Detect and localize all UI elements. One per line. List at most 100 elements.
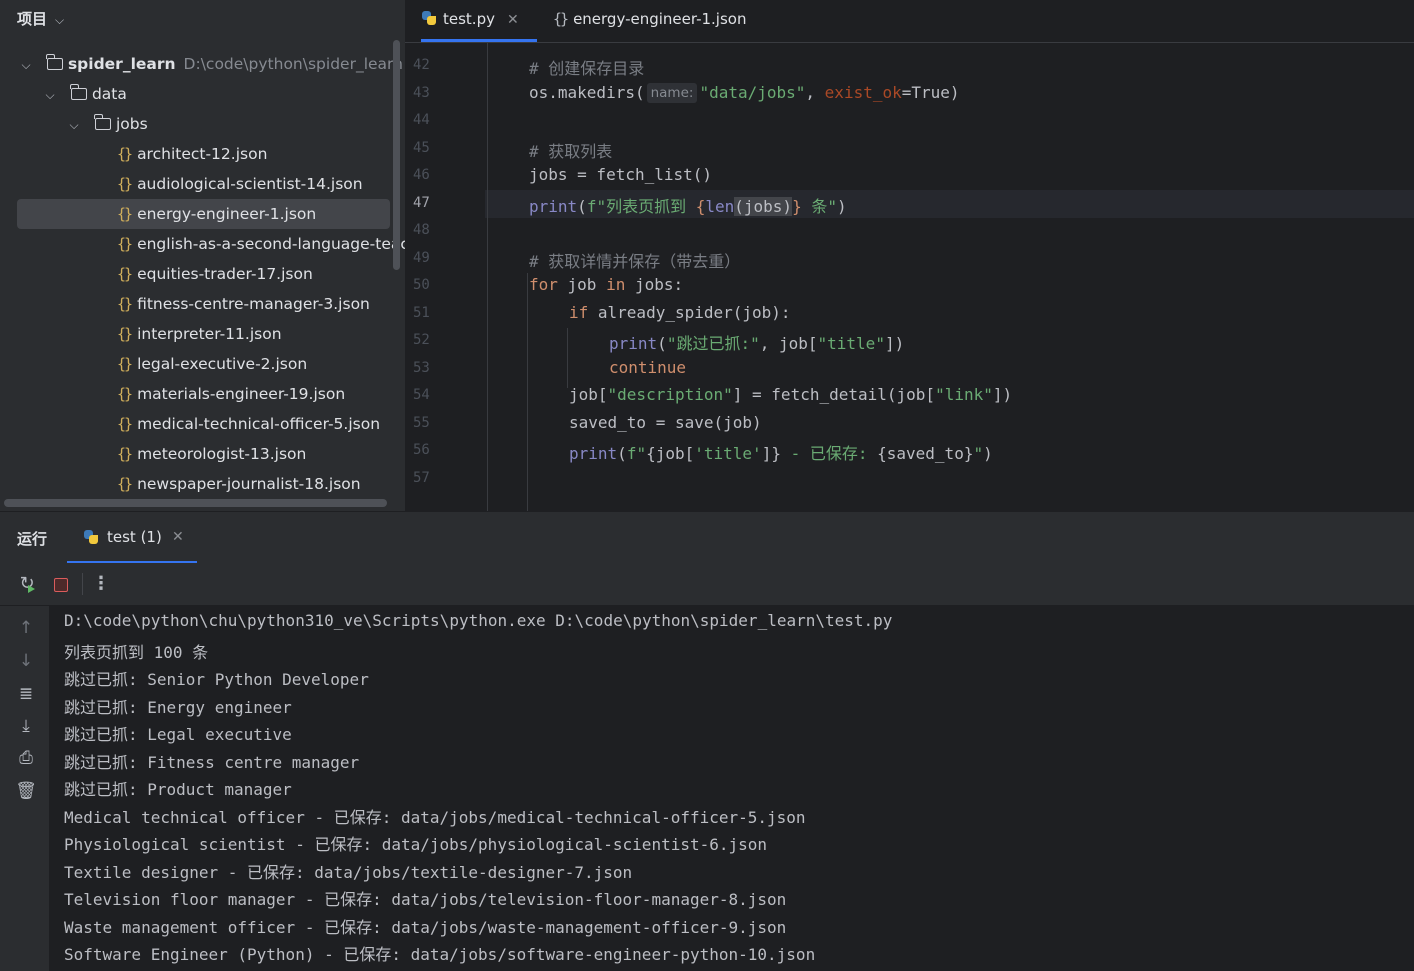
parameter-hint: name: — [646, 83, 698, 103]
arrow-down-icon[interactable]: ↓ — [15, 651, 37, 671]
file-name: architect-12.json — [137, 145, 268, 163]
file-name: equities-trader-17.json — [137, 265, 313, 283]
console-line: Waste management officer - 已保存: data/job… — [64, 918, 787, 937]
file-name: english-as-a-second-language-teach — [137, 235, 405, 253]
code-editor[interactable]: 42 43 44 45 46 47 48 49 50 51 52 53 54 5… — [405, 43, 1414, 511]
line-number: 56 — [413, 442, 430, 458]
folder-icon — [46, 54, 63, 70]
fstring-literal: " — [973, 444, 984, 463]
line-number: 57 — [413, 470, 430, 486]
project-vertical-scrollbar[interactable] — [393, 40, 400, 270]
line-number: 49 — [413, 250, 430, 266]
json-file-icon: {} — [117, 475, 133, 493]
python-file-icon — [421, 10, 437, 26]
console-line: D:\code\python\chu\python310_ve\Scripts\… — [64, 611, 893, 630]
fstring-literal: - 已保存: — [780, 444, 878, 463]
tab-energy-engineer-json[interactable]: {} energy-engineer-1.json — [553, 0, 746, 42]
file-name: materials-engineer-19.json — [137, 385, 346, 403]
tree-file-item[interactable]: {} materials-engineer-19.json — [117, 379, 345, 409]
string-literal: "跳过已抓:" — [666, 334, 760, 353]
run-tab-test[interactable]: test (1) ✕ — [67, 512, 197, 564]
console-line: Physiological scientist - 已保存: data/jobs… — [64, 835, 768, 854]
project-horizontal-scrollbar[interactable] — [4, 499, 387, 507]
keyword: for — [529, 275, 558, 294]
code-line-43: os.makedirs(name: "data/jobs", exist_ok=T… — [529, 83, 960, 103]
code-token: , job[ — [759, 334, 818, 353]
stop-icon[interactable] — [54, 578, 68, 592]
console-line: 跳过已抓: Fitness centre manager — [64, 753, 360, 772]
chevron-down-icon[interactable]: ⌵ — [18, 50, 34, 80]
json-file-icon: {} — [117, 205, 133, 223]
console-output[interactable]: D:\code\python\chu\python310_ve\Scripts\… — [50, 606, 1414, 971]
scroll-to-end-icon[interactable]: ⤓ — [15, 716, 37, 736]
print-icon[interactable]: ⎙ — [15, 748, 37, 768]
fstring-brace: } — [792, 197, 802, 216]
json-file-icon: {} — [117, 415, 133, 433]
file-name: newspaper-journalist-18.json — [137, 475, 361, 493]
code-token: ) — [983, 444, 993, 463]
tab-label: test.py — [443, 10, 495, 28]
tree-file-item[interactable]: {} fitness-centre-manager-3.json — [117, 289, 370, 319]
indent-guide — [527, 273, 528, 511]
comment: # 获取详情并保存（带去重） — [529, 252, 741, 271]
arrow-up-icon[interactable]: ↑ — [15, 618, 37, 638]
line-number: 42 — [413, 57, 430, 73]
line-number: 46 — [413, 167, 430, 183]
code-token: jobs = fetch_list() — [529, 165, 713, 184]
tree-item-root[interactable]: ⌵ spider_learn D:\code\python\spider_lear… — [18, 49, 403, 79]
code-line-50: for job in jobs: — [529, 275, 683, 294]
folder-name: data — [91, 85, 127, 103]
code-token: job — [557, 275, 607, 294]
json-file-icon: {} — [117, 325, 133, 343]
tree-item-data[interactable]: ⌵ data — [42, 79, 127, 109]
line-number: 55 — [413, 415, 430, 431]
tree-file-item-selected[interactable]: {} energy-engineer-1.json — [117, 199, 316, 229]
file-name: energy-engineer-1.json — [137, 205, 317, 223]
console-line: 跳过已抓: Energy engineer — [64, 698, 292, 717]
tree-file-item[interactable]: {} medical-technical-officer-5.json — [117, 409, 380, 439]
code-line-52: print("跳过已抓:", job["title"]) — [609, 330, 904, 354]
code-token: ]) — [884, 334, 905, 353]
file-name: interpreter-11.json — [137, 325, 282, 343]
comment: # 创建保存目录 — [529, 59, 645, 78]
file-name: meteorologist-13.json — [137, 445, 307, 463]
code-token: =True) — [901, 83, 960, 102]
indent-guide — [487, 43, 488, 511]
code-token: ] = fetch_detail(job[ — [732, 385, 936, 404]
line-number-current: 47 — [413, 195, 430, 211]
chevron-down-icon[interactable]: ⌵ — [66, 110, 82, 140]
rerun-icon[interactable]: ↻ — [17, 574, 37, 594]
close-icon[interactable]: ✕ — [507, 12, 519, 28]
code-token: already_spider(job): — [588, 303, 791, 322]
tree-file-item[interactable]: {} architect-12.json — [117, 139, 267, 169]
json-file-icon: {} — [553, 10, 569, 28]
tree-file-item[interactable]: {} audiological-scientist-14.json — [117, 169, 363, 199]
project-header-label: 项目 — [17, 10, 48, 28]
tree-file-item[interactable]: {} legal-executive-2.json — [117, 349, 307, 379]
soft-wrap-icon[interactable]: ≣ — [15, 684, 37, 704]
tab-test-py[interactable]: test.py ✕ — [421, 0, 537, 42]
code-line-42: # 创建保存目录 — [529, 55, 644, 79]
tree-file-item[interactable]: {} newspaper-journalist-18.json — [117, 469, 361, 499]
project-view-selector[interactable]: 项目 ⌵ — [17, 8, 64, 29]
comment: # 获取列表 — [529, 142, 613, 161]
fstring-expr: {saved_to} — [877, 444, 974, 463]
toolbar-divider — [82, 573, 83, 595]
line-number: 51 — [413, 305, 430, 321]
chevron-down-icon[interactable]: ⌵ — [42, 80, 58, 110]
code-line-51: if already_spider(job): — [569, 303, 791, 322]
code-token: saved_to = save(job) — [569, 413, 762, 432]
string-literal: "title" — [817, 334, 885, 353]
more-options-icon[interactable]: ⋮ — [91, 574, 111, 594]
tree-file-item[interactable]: {} equities-trader-17.json — [117, 259, 313, 289]
tree-file-item[interactable]: {} meteorologist-13.json — [117, 439, 306, 469]
line-number: 45 — [413, 140, 430, 156]
tree-file-item[interactable]: {} interpreter-11.json — [117, 319, 282, 349]
tree-item-jobs[interactable]: ⌵ jobs — [66, 109, 148, 139]
string-literal: 'title' — [694, 444, 762, 463]
matched-parens: (jobs) — [734, 197, 793, 216]
json-file-icon: {} — [117, 175, 133, 193]
close-icon[interactable]: ✕ — [172, 529, 184, 545]
tree-file-item[interactable]: {} english-as-a-second-language-teach — [117, 229, 405, 259]
trash-icon[interactable]: 🗑 — [15, 781, 37, 801]
